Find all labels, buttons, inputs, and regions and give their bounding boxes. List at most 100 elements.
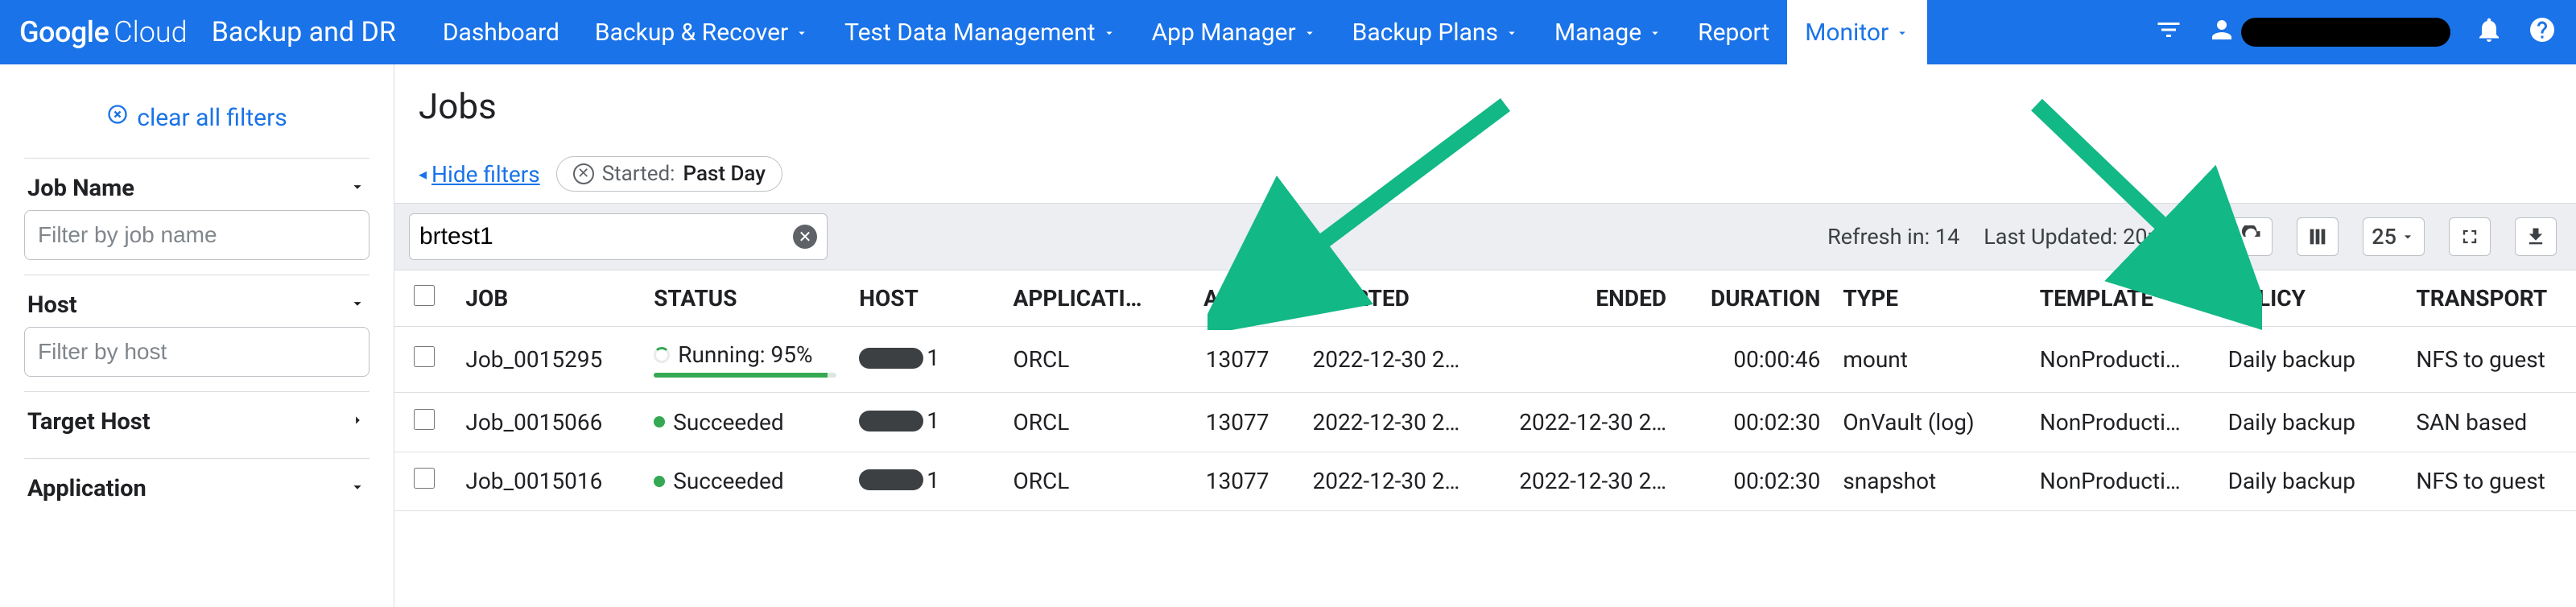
filter-head-target-host[interactable]: Target Host: [24, 403, 369, 444]
cell-job: Job_0015066: [454, 393, 642, 452]
col-appid[interactable]: APPID: [1173, 270, 1301, 327]
col-ended[interactable]: ENDED: [1489, 270, 1678, 327]
chevron-down-icon: [795, 19, 809, 47]
status-text: Running: 95%: [678, 341, 812, 368]
filter-head-application[interactable]: Application: [24, 470, 369, 510]
filter-head-job-name[interactable]: Job Name: [24, 170, 369, 210]
cell-status: Succeeded: [642, 393, 848, 452]
brand-cloud: Cloud: [114, 15, 187, 49]
cell-job: Job_0015016: [454, 452, 642, 511]
col-host[interactable]: HOST: [848, 270, 1001, 327]
columns-button[interactable]: [2297, 217, 2339, 256]
cell-transport: NFS to guest: [2405, 327, 2576, 393]
search-input[interactable]: [419, 223, 793, 250]
redacted-host: [859, 348, 923, 369]
redacted-host: [859, 469, 923, 490]
progress-bar: [654, 373, 836, 378]
cell-job: Job_0015295: [454, 327, 642, 393]
nav-backup-recover[interactable]: Backup & Recover: [577, 0, 827, 64]
cell-application: ORCL: [1002, 327, 1174, 393]
help-icon[interactable]: [2528, 15, 2557, 50]
row-checkbox[interactable]: [414, 409, 435, 430]
cell-policy: Daily backup: [2217, 327, 2405, 393]
topbar-actions: [2154, 15, 2557, 50]
col-job[interactable]: JOB: [454, 270, 642, 327]
fullscreen-button[interactable]: [2449, 217, 2491, 256]
cell-policy: Daily backup: [2217, 452, 2405, 511]
clear-search-icon[interactable]: ✕: [793, 225, 817, 249]
col-policy[interactable]: POLICY: [2217, 270, 2405, 327]
last-updated: Last Updated: 20:33:02: [1984, 224, 2207, 250]
refresh-countdown: Refresh in: 14: [1827, 224, 1959, 250]
success-dot-icon: [654, 476, 665, 487]
row-checkbox[interactable]: [414, 468, 435, 489]
table-row[interactable]: Job_0015066 Succeeded 1 ORCL 13077 2022-…: [394, 393, 2576, 452]
select-all-checkbox[interactable]: [414, 285, 435, 306]
caret-down-icon: [349, 291, 366, 319]
clear-icon: [106, 103, 129, 132]
user-icon[interactable]: [2207, 15, 2236, 50]
notifications-icon[interactable]: [2475, 15, 2504, 50]
nav-monitor[interactable]: Monitor: [1787, 0, 1927, 64]
top-bar: Google Cloud Backup and DR Dashboard Bac…: [0, 0, 2576, 64]
cell-duration: 00:02:30: [1678, 393, 1831, 452]
cell-started: 2022-12-30 2…: [1301, 327, 1489, 393]
clear-all-filters[interactable]: clear all filters: [24, 89, 369, 158]
filter-target-host: Target Host: [24, 391, 369, 458]
caret-down-icon: [349, 175, 366, 202]
filter-job-name: Job Name: [24, 158, 369, 275]
nav-backup-plans[interactable]: Backup Plans: [1335, 0, 1537, 64]
table-row[interactable]: Job_0015295 Running: 95% 1 ORCL 13077 20…: [394, 327, 2576, 393]
row-checkbox[interactable]: [414, 346, 435, 367]
filter-chip-started[interactable]: ✕ Started: Past Day: [556, 156, 782, 192]
cell-appid: 13077: [1173, 452, 1301, 511]
cell-duration: 00:00:46: [1678, 327, 1831, 393]
hide-filters-toggle[interactable]: ◂ Hide filters: [419, 161, 540, 188]
nav-manage[interactable]: Manage: [1537, 0, 1680, 64]
col-transport[interactable]: TRANSPORT: [2405, 270, 2576, 327]
redacted-host: [859, 411, 923, 432]
brand-google: Google: [19, 15, 109, 49]
col-duration[interactable]: DURATION: [1678, 270, 1831, 327]
host-input[interactable]: [24, 327, 369, 377]
redacted-username: [2241, 18, 2450, 47]
filter-head-host[interactable]: Host: [24, 287, 369, 327]
triangle-left-icon: ◂: [419, 164, 427, 184]
filter-sidebar: clear all filters Job Name Host Target H…: [0, 64, 394, 607]
download-button[interactable]: [2515, 217, 2557, 256]
cell-host: 1: [848, 452, 1001, 511]
refresh-button[interactable]: [2231, 217, 2273, 256]
filter-icon[interactable]: [2154, 15, 2183, 50]
caret-down-icon: [349, 475, 366, 502]
status-text: Succeeded: [673, 468, 784, 494]
col-status[interactable]: STATUS: [642, 270, 848, 327]
job-name-input[interactable]: [24, 210, 369, 260]
cell-host: 1: [848, 393, 1001, 452]
spinner-icon: [654, 347, 670, 363]
cell-transport: NFS to guest: [2405, 452, 2576, 511]
nav-dashboard[interactable]: Dashboard: [425, 0, 577, 64]
col-started[interactable]: STARTED: [1301, 270, 1489, 327]
chevron-down-icon: [1648, 19, 1662, 47]
remove-chip-icon[interactable]: ✕: [573, 163, 594, 184]
search-box: ✕: [409, 213, 828, 260]
nav-report[interactable]: Report: [1680, 0, 1787, 64]
cell-policy: Daily backup: [2217, 393, 2405, 452]
cell-type: snapshot: [1831, 452, 2028, 511]
chevron-down-icon: [1505, 19, 1519, 47]
page-size-select[interactable]: 25: [2363, 217, 2425, 256]
col-application[interactable]: APPLICATI…: [1002, 270, 1174, 327]
main-nav: Dashboard Backup & Recover Test Data Man…: [425, 0, 1927, 64]
cell-type: OnVault (log): [1831, 393, 2028, 452]
table-row[interactable]: Job_0015016 Succeeded 1 ORCL 13077 2022-…: [394, 452, 2576, 511]
col-type[interactable]: TYPE: [1831, 270, 2028, 327]
chevron-down-icon: [1302, 19, 1317, 47]
toolbar-row: ✕ Refresh in: 14 Last Updated: 20:33:02 …: [394, 203, 2576, 270]
col-template[interactable]: TEMPLATE: [2029, 270, 2217, 327]
cell-status: Succeeded: [642, 452, 848, 511]
nav-app-manager[interactable]: App Manager: [1134, 0, 1335, 64]
cell-application: ORCL: [1002, 393, 1174, 452]
cell-ended: 2022-12-30 2…: [1489, 393, 1678, 452]
nav-test-data[interactable]: Test Data Management: [827, 0, 1133, 64]
cell-status: Running: 95%: [642, 327, 848, 393]
